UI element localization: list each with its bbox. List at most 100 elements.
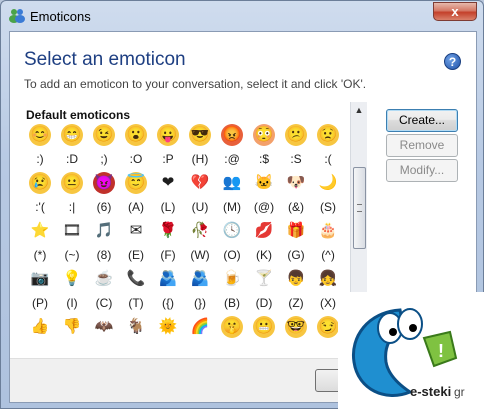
- wink-icon: 😉: [93, 124, 115, 146]
- emoticon-cell[interactable]: 🎂 (^): [312, 220, 344, 268]
- wilted-rose-icon: 🥀: [189, 220, 211, 242]
- thumbs-down-icon: 👎: [61, 316, 83, 338]
- light-bulb-icon: 💡: [61, 268, 83, 290]
- emoticon-shortcut: (D): [255, 296, 273, 310]
- emoticon-cell[interactable]: 😡:@: [216, 124, 248, 172]
- emoticon-shortcut: (T): [128, 296, 144, 310]
- cake-icon: 🎂: [317, 220, 339, 242]
- red-heart-icon: ❤: [157, 172, 179, 194]
- emoticon-cell[interactable]: 🐐: [120, 316, 152, 342]
- emoticon-cell[interactable]: 💔 (U): [184, 172, 216, 220]
- emoticon-cell[interactable]: 🐱 (@): [248, 172, 280, 220]
- emoticon-shortcut: (O): [223, 248, 241, 262]
- emoticon-cell[interactable]: 😁:D: [56, 124, 88, 172]
- title-bar[interactable]: Emoticons x: [1, 1, 483, 31]
- emoticon-cell[interactable]: 📞 (T): [120, 268, 152, 316]
- emoticon-shortcut: ({): [162, 296, 174, 310]
- emoticon-shortcut: (U): [191, 200, 209, 214]
- emoticon-shortcut: :$: [258, 152, 269, 166]
- emoticon-cell[interactable]: 🌞: [152, 316, 184, 342]
- emoticon-cell[interactable]: 🍺 (B): [216, 268, 248, 316]
- close-button[interactable]: x: [433, 2, 477, 21]
- emoticon-cell[interactable]: 👍: [24, 316, 56, 342]
- emoticon-shortcut: (K): [256, 248, 272, 262]
- emoticon-shortcut: :|: [68, 200, 76, 214]
- emoticon-shortcut: :(: [324, 152, 332, 166]
- emoticon-shortcut: (&): [288, 200, 304, 214]
- emoticon-cell[interactable]: 🥀 (W): [184, 220, 216, 268]
- emoticon-cell[interactable]: 😢:'(: [24, 172, 56, 220]
- emoticon-shortcut: (F): [160, 248, 176, 262]
- emoticon-shortcut: (^): [321, 248, 335, 262]
- scrollbar-thumb[interactable]: [353, 167, 366, 249]
- emoticon-cell[interactable]: 🎵 (8): [88, 220, 120, 268]
- emoticon-cell[interactable]: 🦇: [88, 316, 120, 342]
- emoticon-cell[interactable]: 😊:): [24, 124, 56, 172]
- emoticon-shortcut: ;): [100, 152, 108, 166]
- window-title: Emoticons: [30, 9, 91, 24]
- emoticon-cell[interactable]: ⭐ (*): [24, 220, 56, 268]
- emoticon-shortcut: :D: [66, 152, 78, 166]
- angry-icon: 😡: [221, 124, 243, 146]
- create-button[interactable]: Create...: [386, 109, 458, 132]
- emoticon-cell[interactable]: 😬: [248, 316, 280, 342]
- emoticon-cell[interactable]: 🤓: [280, 316, 312, 342]
- section-label: Default emoticons: [26, 108, 131, 122]
- smile-icon: 😊: [29, 124, 51, 146]
- grip-icon: [357, 204, 362, 212]
- moon-icon: 🌙: [317, 172, 339, 194]
- note-icon: 🎵: [93, 220, 115, 242]
- nerd-icon: 🤓: [285, 316, 307, 338]
- emoticon-cell[interactable]: 🎁 (G): [280, 220, 312, 268]
- messenger-icon: 👥: [221, 172, 243, 194]
- film-icon: 🎞: [61, 220, 83, 242]
- emoticon-cell[interactable]: 🍸 (D): [248, 268, 280, 316]
- emoticon-cell[interactable]: 🎞 (~): [56, 220, 88, 268]
- emoticon-cell[interactable]: ☕ (C): [88, 268, 120, 316]
- modify-button[interactable]: Modify...: [386, 159, 458, 182]
- emoticon-cell[interactable]: 😐:|: [56, 172, 88, 220]
- emoticon-shortcut: (H): [191, 152, 209, 166]
- emoticon-cell[interactable]: ❤ (L): [152, 172, 184, 220]
- emoticon-cell[interactable]: 👥 (M): [216, 172, 248, 220]
- emoticon-cell[interactable]: 😇 (A): [120, 172, 152, 220]
- goat-icon: 🐐: [125, 316, 147, 338]
- emoticon-cell[interactable]: 🤫: [216, 316, 248, 342]
- emoticon-cell[interactable]: 💡 (I): [56, 268, 88, 316]
- emoticon-cell[interactable]: 😉;): [88, 124, 120, 172]
- dont-tell-icon: 🤫: [221, 316, 243, 338]
- emoticon-shortcut: :O: [129, 152, 143, 166]
- emoticon-cell[interactable]: ✉ (E): [120, 220, 152, 268]
- emoticon-cell[interactable]: 🫂 ({): [152, 268, 184, 316]
- confused-icon: 😕: [285, 124, 307, 146]
- emoticon-cell[interactable]: 🌈: [184, 316, 216, 342]
- emoticon-shortcut: (~): [64, 248, 80, 262]
- emoticon-shortcut: :): [36, 152, 44, 166]
- help-icon[interactable]: ?: [444, 53, 461, 70]
- emoticon-shortcut: (Z): [288, 296, 304, 310]
- remove-button[interactable]: Remove: [386, 134, 458, 157]
- emoticon-cell[interactable]: 👦 (Z): [280, 268, 312, 316]
- emoticon-cell[interactable]: 😟:(: [312, 124, 344, 172]
- phone-icon: 📞: [125, 268, 147, 290]
- page-subtitle: To add an emoticon to your conversation,…: [24, 77, 367, 91]
- emoticon-cell[interactable]: 😕:S: [280, 124, 312, 172]
- emoticon-cell[interactable]: 💋 (K): [248, 220, 280, 268]
- emoticon-cell[interactable]: 🌹 (F): [152, 220, 184, 268]
- emoticon-cell[interactable]: 📷 (P): [24, 268, 56, 316]
- emoticon-shortcut: (A): [128, 200, 144, 214]
- emoticon-cell[interactable]: 👎: [56, 316, 88, 342]
- emoticon-cell[interactable]: 😮:O: [120, 124, 152, 172]
- emoticon-cell[interactable]: 🌙 (S): [312, 172, 344, 220]
- emoticon-cell[interactable]: 🕓 (O): [216, 220, 248, 268]
- emoticon-shortcut: (8): [96, 248, 112, 262]
- emoticon-cell[interactable]: 🐶 (&): [280, 172, 312, 220]
- emoticon-cell[interactable]: 🫂 (}): [184, 268, 216, 316]
- dog-icon: 🐶: [285, 172, 307, 194]
- emoticon-cell[interactable]: 😈 (6): [88, 172, 120, 220]
- emoticon-cell[interactable]: 😳:$: [248, 124, 280, 172]
- scroll-up-arrow-icon[interactable]: ▲: [353, 105, 365, 115]
- emoticon-cell[interactable]: 😎 (H): [184, 124, 216, 172]
- emoticon-cell[interactable]: 😛:P: [152, 124, 184, 172]
- logo-tld: gr: [454, 385, 465, 399]
